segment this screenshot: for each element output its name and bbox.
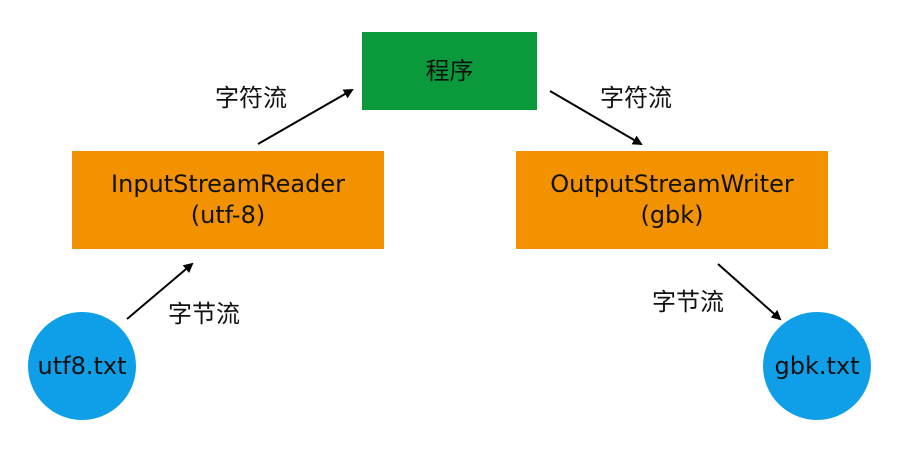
writer-encoding: (gbk): [640, 201, 704, 229]
reader-class-name: InputStreamReader: [111, 170, 345, 199]
edge-label-reader-to-program: 字符流: [215, 84, 287, 112]
target-file-circle: gbk.txt: [763, 312, 871, 420]
reader-encoding: (utf-8): [190, 201, 266, 229]
arrow-writer-to-target: [717, 263, 782, 321]
edge-label-source-to-reader: 字节流: [168, 300, 240, 328]
output-stream-writer-box: OutputStreamWriter (gbk): [516, 151, 828, 249]
target-file-label: gbk.txt: [774, 351, 860, 380]
source-file-label: utf8.txt: [37, 351, 127, 380]
edge-label-writer-to-target: 字节流: [652, 288, 724, 316]
source-file-circle: utf8.txt: [28, 312, 136, 420]
edge-label-program-to-writer: 字符流: [600, 84, 672, 112]
program-box: 程序: [362, 32, 537, 110]
program-label: 程序: [425, 56, 474, 85]
input-stream-reader-box: InputStreamReader (utf-8): [72, 151, 384, 249]
writer-class-name: OutputStreamWriter: [550, 170, 794, 199]
